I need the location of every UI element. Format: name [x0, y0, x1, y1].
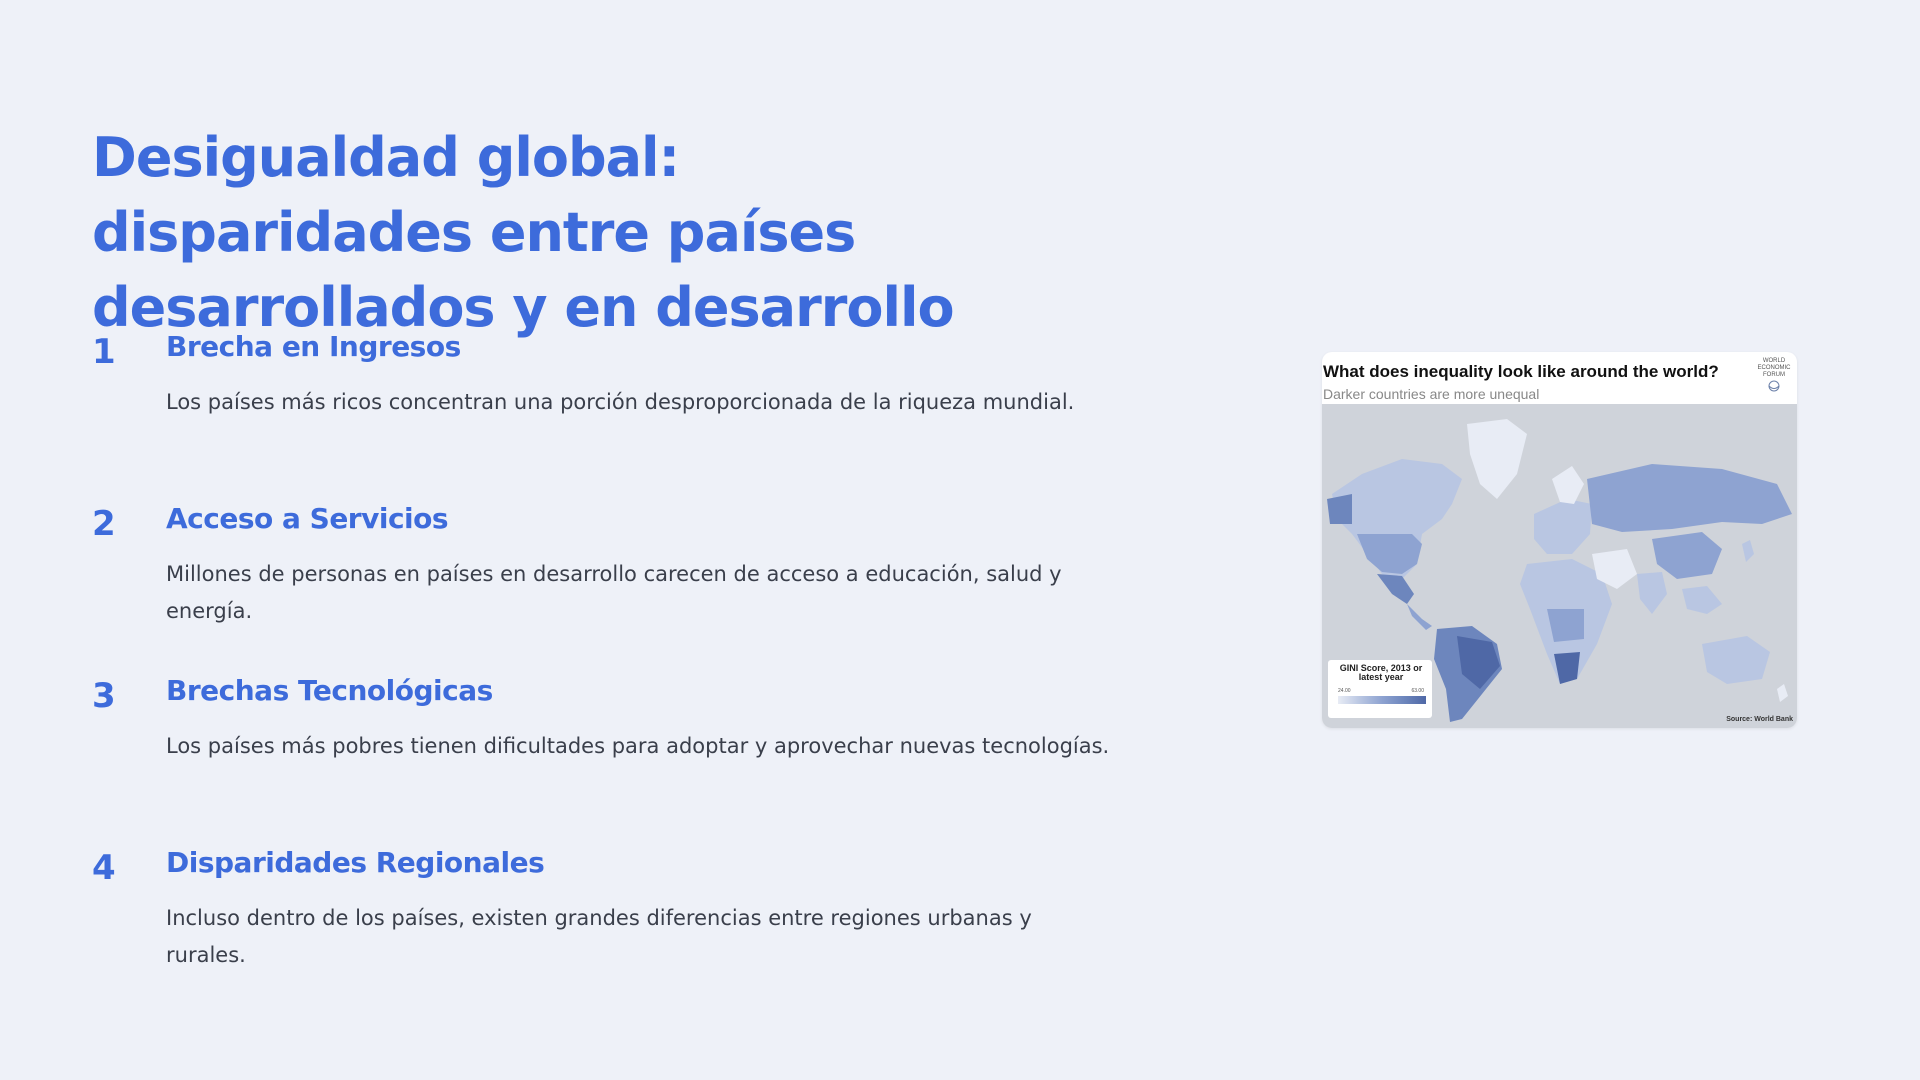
list-item: 4 Disparidades Regionales Incluso dentro…	[92, 846, 1112, 1018]
item-heading: Brecha en Ingresos	[166, 330, 461, 363]
item-heading: Brechas Tecnológicas	[166, 674, 493, 707]
legend-max-label: 63.00	[1411, 688, 1424, 694]
item-description: Millones de personas en países en desarr…	[166, 562, 1062, 623]
figure-title: What does inequality look like around th…	[1323, 362, 1719, 381]
new-zealand	[1777, 684, 1788, 702]
mexico	[1377, 574, 1414, 604]
list-item: 2 Acceso a Servicios Millones de persona…	[92, 502, 1112, 674]
page-title: Desigualdad global: disparidades entre p…	[92, 126, 955, 339]
items-list: 1 Brecha en Ingresos Los países más rico…	[92, 330, 1112, 1018]
item-number: 3	[92, 676, 116, 716]
item-number: 1	[92, 332, 116, 372]
source-note: Source: World Bank	[1726, 716, 1793, 723]
russia	[1587, 464, 1792, 532]
south-africa	[1554, 652, 1580, 684]
map-legend: GINI Score, 2013 or latest year 24.00 63…	[1328, 660, 1432, 718]
item-number: 2	[92, 504, 116, 544]
legend-color-scale	[1338, 696, 1426, 704]
list-item: 3 Brechas Tecnológicas Los países más po…	[92, 674, 1112, 846]
alaska	[1327, 494, 1352, 524]
wef-logo-text: WORLD ECONOMIC FORUM	[1757, 358, 1791, 378]
item-heading: Acceso a Servicios	[166, 502, 449, 535]
europe	[1534, 499, 1592, 554]
figure-subtitle: Darker countries are more unequal	[1323, 386, 1540, 402]
scandinavia	[1552, 466, 1584, 504]
legend-title: GINI Score, 2013 or latest year	[1339, 663, 1423, 682]
item-heading: Disparidades Regionales	[166, 846, 545, 879]
australia	[1702, 636, 1770, 684]
india	[1637, 572, 1667, 614]
item-description: Los países más pobres tienen dificultade…	[166, 734, 1110, 758]
wef-logo: WORLD ECONOMIC FORUM	[1755, 358, 1793, 396]
china	[1652, 532, 1722, 579]
list-item: 1 Brecha en Ingresos Los países más rico…	[92, 330, 1112, 502]
inequality-map-figure: What does inequality look like around th…	[1322, 352, 1797, 728]
southeast-asia	[1682, 586, 1722, 614]
central-america	[1407, 604, 1432, 630]
world-map: GINI Score, 2013 or latest year 24.00 63…	[1322, 404, 1797, 728]
item-description: Incluso dentro de los países, existen gr…	[166, 906, 1032, 967]
legend-min-label: 24.00	[1338, 688, 1351, 694]
greenland	[1467, 419, 1527, 499]
item-description: Los países más ricos concentran una porc…	[166, 390, 1075, 414]
item-number: 4	[92, 848, 116, 888]
wef-logo-mark	[1768, 380, 1780, 392]
japan	[1742, 540, 1754, 562]
